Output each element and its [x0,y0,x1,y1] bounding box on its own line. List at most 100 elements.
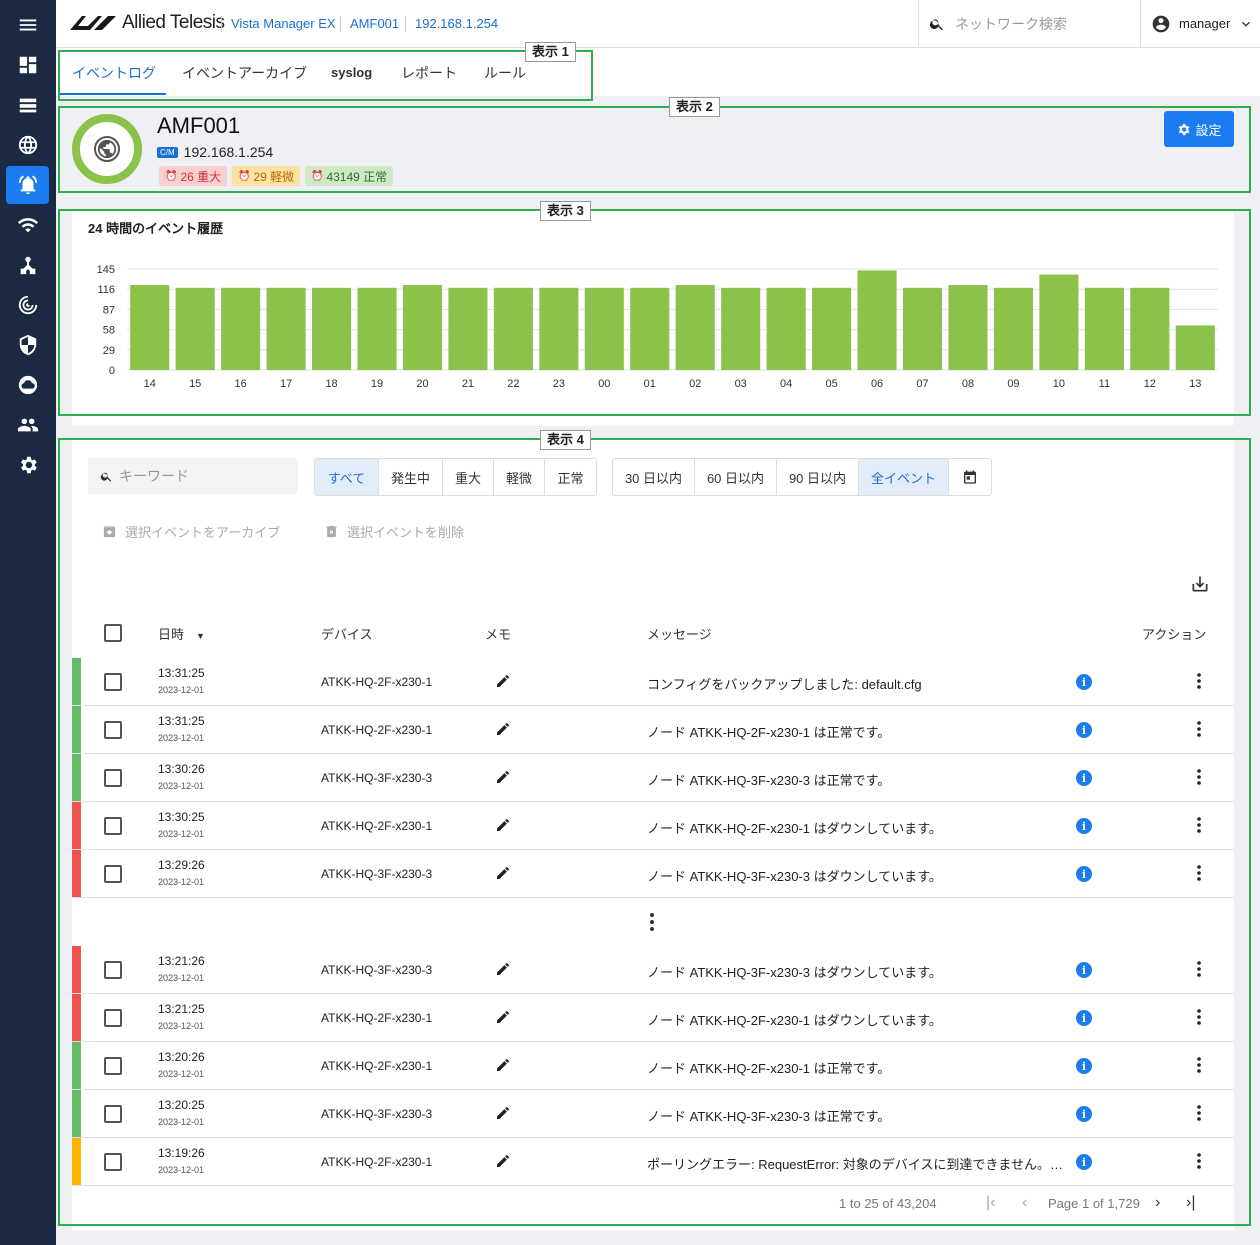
info-icon[interactable]: i [1076,674,1092,690]
chart-bar[interactable] [584,287,624,370]
first-page-icon[interactable]: |‹ [986,1194,995,1212]
header-device[interactable]: デバイス [321,624,373,643]
chart-bar[interactable] [312,287,352,370]
breadcrumb-ip[interactable]: 192.168.1.254 [405,16,498,32]
row-device[interactable]: ATKK-HQ-3F-x230-3 [321,963,432,977]
filter-critical-button[interactable]: 重大 [443,459,494,495]
more-actions-icon[interactable] [1193,720,1205,738]
header-datetime[interactable]: 日時 ▼ [158,624,205,643]
chart-bar[interactable] [812,287,852,370]
row-checkbox[interactable] [104,1105,122,1123]
table-row[interactable]: 13:19:26 2023-12-01 ATKK-HQ-2F-x230-1 ポーリング… [72,1138,1234,1186]
row-device[interactable]: ATKK-HQ-2F-x230-1 [321,819,432,833]
tab-report[interactable]: レポート [401,63,457,83]
row-checkbox[interactable] [104,817,122,835]
row-checkbox[interactable] [104,769,122,787]
chart-bar[interactable] [857,270,897,370]
row-checkbox[interactable] [104,1009,122,1027]
table-row[interactable]: 13:31:25 2023-12-01 ATKK-HQ-2F-x230-1 ノード A… [72,706,1234,754]
edit-memo-icon[interactable] [495,961,511,977]
table-row[interactable]: 13:29:26 2023-12-01 ATKK-HQ-3F-x230-3 ノード A… [72,850,1234,898]
filter-all-events-button[interactable]: 全イベント [859,459,949,495]
select-all-checkbox[interactable] [104,624,122,642]
edit-memo-icon[interactable] [495,1153,511,1169]
more-actions-icon[interactable] [1193,768,1205,786]
calendar-button[interactable] [949,459,991,495]
row-device[interactable]: ATKK-HQ-2F-x230-1 [321,1011,432,1025]
chart-bar[interactable] [675,285,715,370]
breadcrumb-device[interactable]: AMF001 [340,16,399,32]
tab-rules[interactable]: ルール [484,63,526,83]
radar-icon[interactable] [6,286,49,324]
info-icon[interactable]: i [1076,722,1092,738]
table-row[interactable]: 13:31:25 2023-12-01 ATKK-HQ-2F-x230-1 コンフィグ… [72,658,1234,706]
more-actions-icon[interactable] [1193,1056,1205,1074]
archive-selected-button[interactable]: 選択イベントをアーカイブ [102,522,280,541]
keyword-input[interactable]: キーワード [88,458,298,494]
row-device[interactable]: ATKK-HQ-2F-x230-1 [321,723,432,737]
chart-bar[interactable] [130,285,170,370]
settings-button[interactable]: 設定 [1164,111,1234,147]
alarm-icon[interactable] [6,166,49,204]
critical-badge[interactable]: ⏰ 26 重大 [159,166,228,186]
row-checkbox[interactable] [104,1153,122,1171]
edit-memo-icon[interactable] [495,817,511,833]
header-memo[interactable]: メモ [485,624,511,643]
table-row[interactable]: 13:21:26 2023-12-01 ATKK-HQ-3F-x230-3 ノード A… [72,946,1234,994]
chart-bar[interactable] [448,287,488,370]
chart-bar[interactable] [902,287,943,370]
chart-bar[interactable] [402,285,443,370]
table-row[interactable]: 13:30:25 2023-12-01 ATKK-HQ-2F-x230-1 ノード A… [72,802,1234,850]
row-device[interactable]: ATKK-HQ-2F-x230-1 [321,675,432,689]
filter-60days-button[interactable]: 60 日以内 [695,459,777,495]
chart-bar[interactable] [221,287,261,370]
chart-bar[interactable] [357,287,397,370]
info-icon[interactable]: i [1076,1058,1092,1074]
edit-memo-icon[interactable] [495,865,511,881]
row-device[interactable]: ATKK-HQ-3F-x230-3 [321,771,432,785]
info-icon[interactable]: i [1076,818,1092,834]
list-icon[interactable] [6,86,49,124]
row-checkbox[interactable] [104,1057,122,1075]
minor-badge[interactable]: ⏰ 29 軽微 [232,166,301,186]
info-icon[interactable]: i [1076,962,1092,978]
table-row[interactable]: 13:20:25 2023-12-01 ATKK-HQ-3F-x230-3 ノード A… [72,1090,1234,1138]
info-icon[interactable]: i [1076,1154,1092,1170]
chart-bar[interactable] [266,287,306,370]
chart-bar[interactable] [1039,274,1079,370]
more-actions-icon[interactable] [1193,816,1205,834]
logo[interactable]: Allied Telesis [68,12,225,34]
filter-normal-button[interactable]: 正常 [545,459,596,495]
filter-90days-button[interactable]: 90 日以内 [777,459,859,495]
wifi-icon[interactable] [6,206,49,244]
edit-memo-icon[interactable] [495,673,511,689]
tab-event-log[interactable]: イベントログ [72,63,156,83]
header-message[interactable]: メッセージ [647,624,712,643]
cloud-icon[interactable] [6,366,49,404]
more-actions-icon[interactable] [1193,1152,1205,1170]
row-device[interactable]: ATKK-HQ-3F-x230-3 [321,867,432,881]
edit-memo-icon[interactable] [495,1105,511,1121]
download-icon[interactable] [1190,574,1210,594]
chart-bar[interactable] [1175,325,1215,370]
settings-icon[interactable] [6,446,49,484]
row-checkbox[interactable] [104,961,122,979]
topology-icon[interactable] [6,246,49,284]
chart-bar[interactable] [948,285,988,370]
more-actions-icon[interactable] [1193,672,1205,690]
menu-icon[interactable] [6,6,49,44]
chart-bar[interactable] [493,287,533,370]
filter-30days-button[interactable]: 30 日以内 [613,459,695,495]
more-actions-icon[interactable] [1193,960,1205,978]
chart-bar[interactable] [1084,287,1124,370]
row-checkbox[interactable] [104,865,122,883]
tab-syslog[interactable]: syslog [331,65,372,80]
info-icon[interactable]: i [1076,1106,1092,1122]
chart-bar[interactable] [175,287,215,370]
table-row[interactable]: 13:30:26 2023-12-01 ATKK-HQ-3F-x230-3 ノード A… [72,754,1234,802]
row-checkbox[interactable] [104,721,122,739]
table-row[interactable]: 13:21:25 2023-12-01 ATKK-HQ-2F-x230-1 ノード A… [72,994,1234,1042]
info-icon[interactable]: i [1076,1010,1092,1026]
edit-memo-icon[interactable] [495,769,511,785]
breadcrumb-app[interactable]: Vista Manager EX [221,16,336,32]
